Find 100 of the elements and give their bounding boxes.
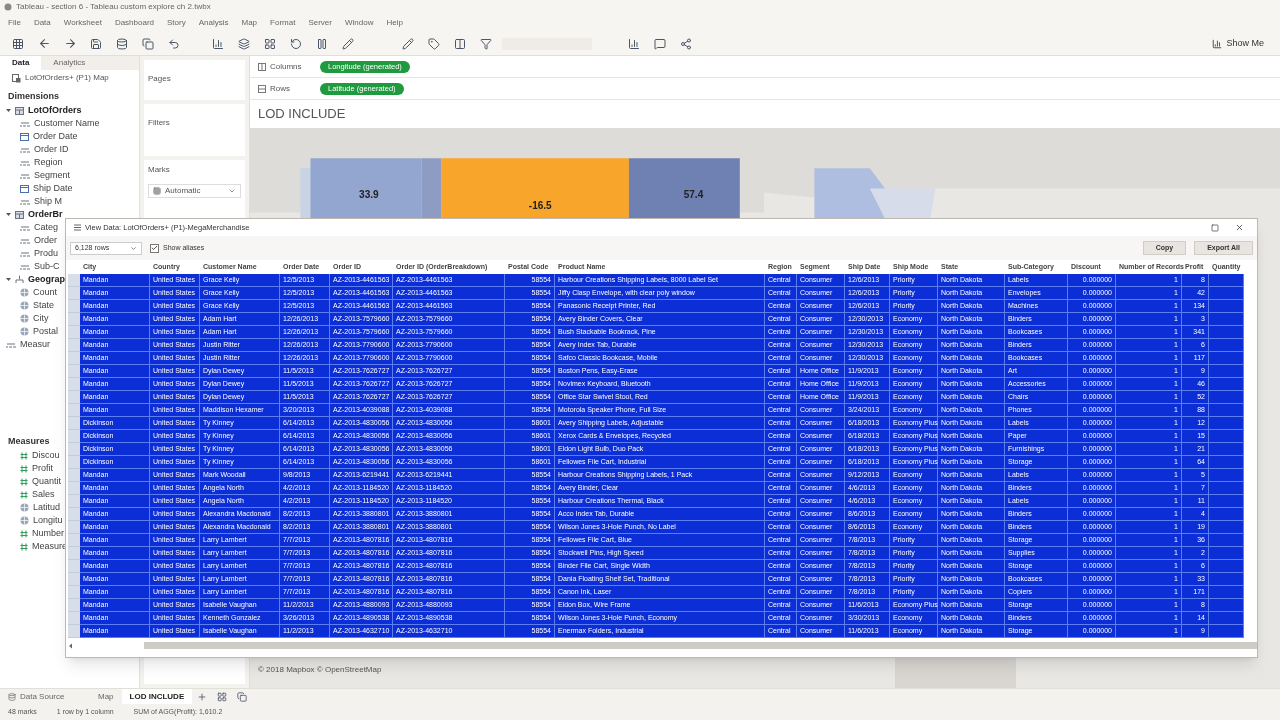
row-header[interactable] [68, 430, 80, 443]
row-header[interactable] [68, 404, 80, 417]
menu-item[interactable]: Help [386, 17, 403, 29]
card-title: Filters [148, 118, 170, 127]
expand-caret-icon[interactable] [6, 212, 11, 217]
table-cell [1209, 521, 1244, 534]
menu-item[interactable]: Dashboard [114, 17, 155, 29]
field-name[interactable]: OrderBr [28, 207, 63, 222]
field-name[interactable]: Ship Date [33, 181, 73, 196]
row-header[interactable] [68, 482, 80, 495]
table-cell [1209, 313, 1244, 326]
table-cell [1209, 482, 1244, 495]
field-name[interactable]: Produ [34, 246, 59, 261]
row-header[interactable] [68, 287, 80, 300]
table-cell [1209, 274, 1244, 287]
row-header[interactable] [68, 612, 80, 625]
table-cell [1209, 625, 1244, 638]
row-header[interactable] [68, 625, 80, 638]
field-name[interactable]: Order Date [33, 129, 78, 144]
table-cell [1209, 339, 1244, 352]
sheet-title: LOD INCLUDE [258, 105, 346, 124]
data-source-name[interactable]: LotOfOrders+ (P1) Map [25, 72, 109, 84]
row-header[interactable] [68, 586, 80, 599]
field-name[interactable]: Categ [34, 220, 59, 235]
field-name[interactable]: Region [34, 155, 63, 170]
sheet-tab[interactable]: Map [90, 688, 122, 705]
rows-icon [258, 84, 266, 93]
menu-item[interactable]: Format [270, 17, 296, 29]
row-header[interactable] [68, 599, 80, 612]
field-name[interactable]: LotOfOrders [28, 103, 82, 118]
field-name[interactable]: Sales [32, 487, 55, 502]
sheet-tab[interactable]: Data Source [0, 688, 90, 705]
measure-type-icon [20, 490, 28, 499]
menu-item[interactable]: Window [344, 17, 374, 29]
menu-item[interactable]: Analysis [198, 17, 229, 29]
field-name[interactable]: Count [33, 285, 58, 300]
row-header[interactable] [68, 417, 80, 430]
field-name[interactable]: Customer Name [34, 116, 100, 131]
row-header[interactable] [68, 391, 80, 404]
expand-caret-icon[interactable] [6, 108, 11, 113]
field-name[interactable]: Number [32, 526, 64, 541]
show-me-button[interactable]: Show Me [1204, 34, 1272, 53]
menu-item[interactable]: File [8, 17, 21, 29]
row-header[interactable] [68, 495, 80, 508]
field-name[interactable]: Ship M [34, 194, 62, 209]
sheet-tab[interactable]: LOD INCLUDE [121, 688, 193, 705]
region-label: -16.5 [528, 199, 552, 211]
field-name[interactable]: City [33, 311, 49, 326]
menu-item[interactable]: Data [33, 17, 51, 29]
row-header[interactable] [68, 313, 80, 326]
table-cell [1209, 391, 1244, 404]
row-header[interactable] [68, 547, 80, 560]
measure-type-icon [20, 542, 28, 551]
row-header[interactable] [68, 573, 80, 586]
menu-item[interactable]: Server [308, 17, 332, 29]
menu-item[interactable]: Story [167, 17, 186, 29]
table-cell [1209, 430, 1244, 443]
field-name[interactable]: Profit [32, 461, 53, 476]
table-cell [1209, 300, 1244, 313]
table-cell [1209, 417, 1244, 430]
menu-item[interactable]: Map [241, 17, 258, 29]
field-name[interactable]: Measur [20, 337, 50, 352]
row-header[interactable] [68, 508, 80, 521]
expand-caret-icon[interactable] [6, 277, 11, 282]
field-name[interactable]: Sub-C [34, 259, 60, 274]
data-source-icon [12, 73, 21, 83]
row-header[interactable] [68, 378, 80, 391]
row-header[interactable] [68, 560, 80, 573]
hierarchy-icon [15, 275, 24, 284]
field-name[interactable]: Order [34, 233, 57, 248]
row-header[interactable] [68, 456, 80, 469]
field-name[interactable]: Quantit [32, 474, 62, 489]
string-type-icon [20, 250, 30, 257]
table-cell [1209, 534, 1244, 547]
row-header[interactable] [68, 300, 80, 313]
field-name[interactable]: Order ID [34, 142, 69, 157]
row-header[interactable] [68, 352, 80, 365]
field-name[interactable]: Longitu [33, 513, 63, 528]
field-name[interactable]: Latitud [33, 500, 61, 515]
field-name[interactable]: State [33, 298, 54, 313]
pane-tab[interactable]: Analytics [41, 56, 139, 70]
row-header[interactable] [68, 274, 80, 287]
row-header[interactable] [68, 534, 80, 547]
field-name[interactable]: Discou [32, 448, 60, 463]
row-header[interactable] [68, 365, 80, 378]
string-type-icon [20, 263, 30, 270]
row-header[interactable] [68, 521, 80, 534]
menu-item[interactable]: Worksheet [63, 17, 102, 29]
mark-type-dropdown[interactable]: Automatic [148, 184, 241, 198]
field-name[interactable]: Postal [33, 324, 58, 339]
field-name[interactable]: Segment [34, 168, 71, 183]
row-header[interactable] [68, 339, 80, 352]
string-type-icon [20, 198, 30, 205]
row-header[interactable] [68, 326, 80, 339]
show-aliases-checkbox[interactable] [150, 243, 159, 253]
table-cell [1209, 352, 1244, 365]
table-cell [1209, 508, 1244, 521]
row-header[interactable] [68, 443, 80, 456]
row-header[interactable] [68, 469, 80, 482]
field-name[interactable]: Geograp [28, 272, 65, 287]
